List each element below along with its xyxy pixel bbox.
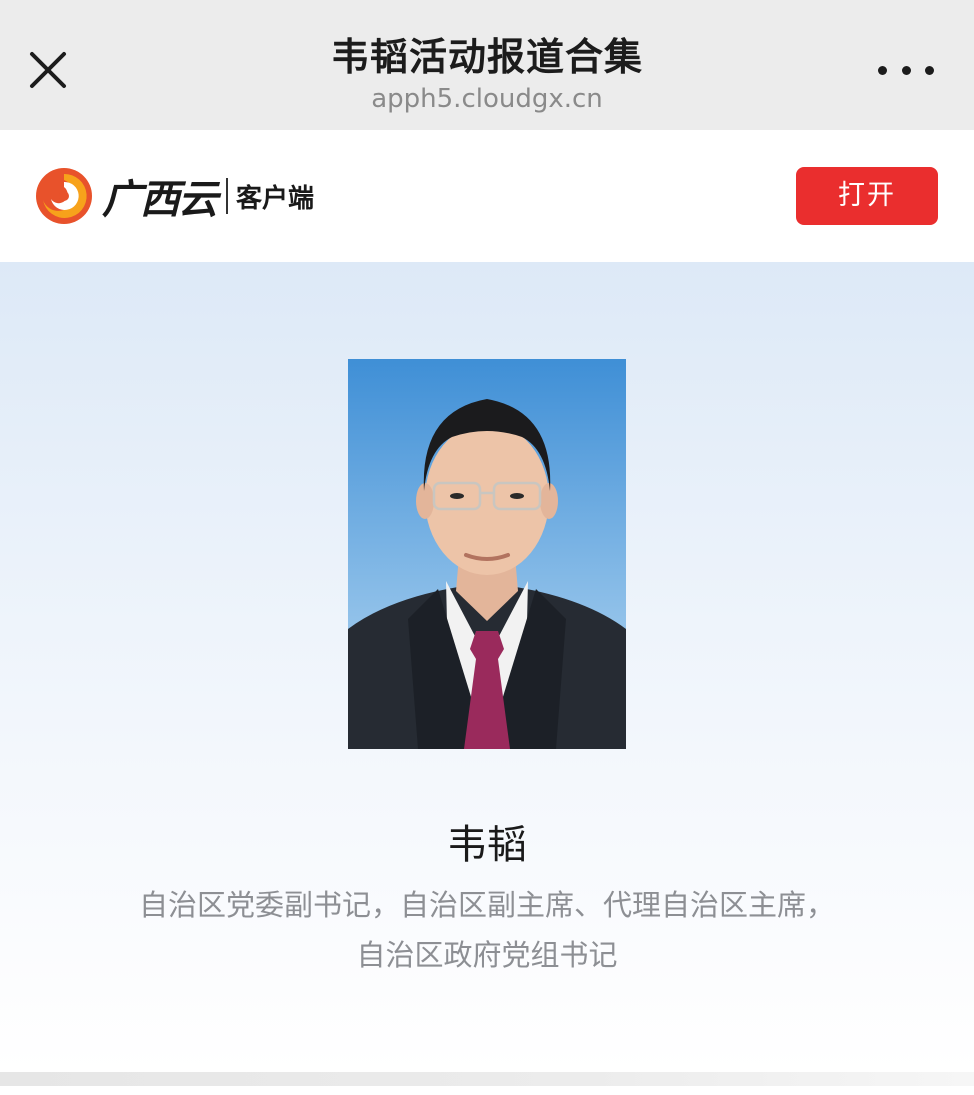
title-line-1: 自治区党委副书记，自治区副主席、代理自治区主席，: [138, 888, 835, 922]
page-title: 韦韬活动报道合集: [330, 35, 643, 79]
person-name: 韦韬: [447, 822, 527, 868]
navigation-bar: 韦韬活动报道合集 apph5.cloudgx.cn: [0, 0, 974, 130]
logo-name: 广西云: [102, 176, 218, 223]
portrait-photo: [348, 359, 626, 749]
logo-divider: [226, 178, 228, 214]
logo-subtitle: 客户端: [236, 183, 315, 214]
section-divider: [0, 1072, 974, 1086]
person-title: 自治区党委副书记，自治区副主席、代理自治区主席， 自治区政府党组书记: [90, 880, 884, 980]
app-logo: 广西云 客户端: [34, 164, 314, 228]
profile-section: 韦韬 自治区党委副书记，自治区副主席、代理自治区主席， 自治区政府党组书记: [0, 262, 974, 1072]
title-line-2: 自治区政府党组书记: [356, 938, 618, 972]
app-download-banner: 广西云 客户端 打开: [0, 130, 974, 262]
swirl-logo-icon: [36, 168, 92, 224]
more-dots-icon: [878, 65, 887, 75]
more-button[interactable]: [878, 56, 934, 84]
open-app-button[interactable]: 打开: [796, 167, 938, 225]
page-url: apph5.cloudgx.cn: [371, 84, 603, 114]
